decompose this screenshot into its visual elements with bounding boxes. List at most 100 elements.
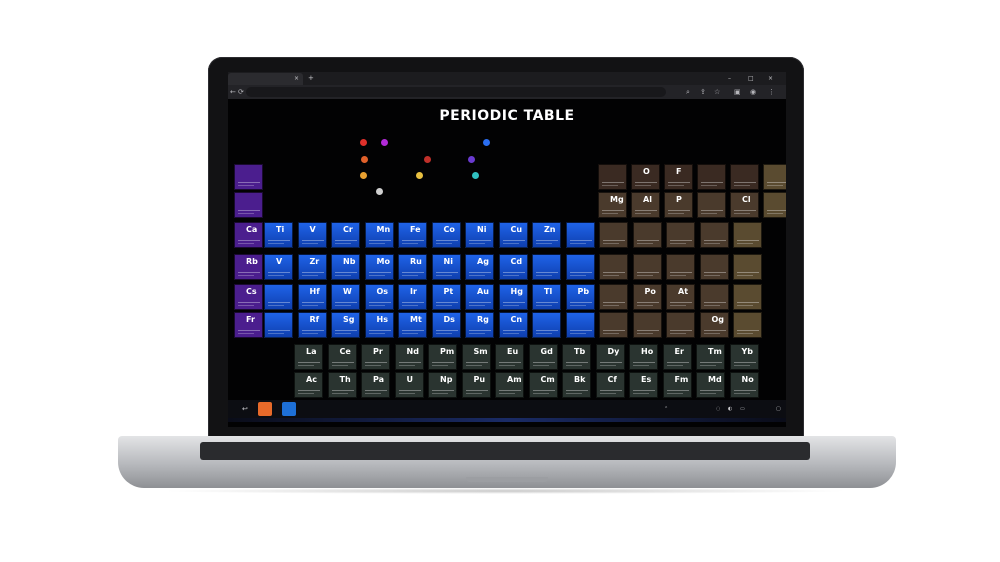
- browser-tab[interactable]: ×: [228, 73, 303, 85]
- element-cell[interactable]: Pt: [431, 284, 461, 310]
- element-cell[interactable]: Hf: [297, 284, 327, 310]
- element-cell[interactable]: F: [664, 164, 693, 190]
- element-cell[interactable]: Ru: [398, 254, 427, 280]
- element-cell[interactable]: Al: [631, 192, 660, 218]
- element-cell[interactable]: [666, 312, 695, 338]
- volume-icon[interactable]: ◐: [728, 400, 732, 418]
- element-cell[interactable]: [234, 164, 263, 190]
- element-cell[interactable]: Yb: [729, 344, 759, 370]
- back-icon[interactable]: ←: [230, 85, 236, 99]
- element-cell[interactable]: Fe: [398, 222, 427, 248]
- element-cell[interactable]: Cf: [595, 372, 625, 398]
- element-cell[interactable]: [234, 192, 263, 218]
- element-cell[interactable]: Cl: [730, 192, 759, 218]
- element-cell[interactable]: [697, 192, 726, 218]
- element-cell[interactable]: V: [264, 254, 293, 280]
- element-cell[interactable]: Nd: [394, 344, 424, 370]
- element-cell[interactable]: Pm: [428, 344, 457, 370]
- element-cell[interactable]: Au: [465, 284, 494, 310]
- element-cell[interactable]: P: [664, 192, 693, 218]
- element-cell[interactable]: [733, 254, 762, 280]
- share-icon[interactable]: ⇪: [700, 85, 706, 99]
- element-cell[interactable]: [599, 254, 628, 280]
- element-cell[interactable]: Tb: [562, 344, 591, 370]
- element-cell[interactable]: Po: [632, 284, 662, 310]
- element-cell[interactable]: Np: [428, 372, 457, 398]
- element-cell[interactable]: [733, 284, 762, 310]
- element-cell[interactable]: [697, 164, 726, 190]
- element-cell[interactable]: [565, 254, 595, 280]
- element-cell[interactable]: Er: [662, 344, 692, 370]
- element-cell[interactable]: [730, 164, 759, 190]
- element-cell[interactable]: [699, 254, 729, 280]
- element-cell[interactable]: Co: [431, 222, 461, 248]
- back-arrow-icon[interactable]: ↩: [242, 400, 248, 418]
- element-cell[interactable]: [565, 312, 595, 338]
- element-cell[interactable]: No: [729, 372, 759, 398]
- element-cell[interactable]: [598, 164, 627, 190]
- element-cell[interactable]: Pb: [565, 284, 595, 310]
- element-cell[interactable]: Zn: [532, 222, 561, 248]
- editor-app[interactable]: [282, 402, 296, 416]
- element-cell[interactable]: [666, 222, 695, 248]
- close-icon[interactable]: ×: [768, 72, 773, 85]
- element-cell[interactable]: Es: [629, 372, 658, 398]
- notification-icon[interactable]: ▢: [776, 400, 781, 418]
- element-cell[interactable]: W: [331, 284, 360, 310]
- element-cell[interactable]: Hs: [364, 312, 394, 338]
- minimize-icon[interactable]: –: [728, 72, 731, 85]
- profile-icon[interactable]: ◉: [750, 85, 756, 99]
- element-cell[interactable]: Ag: [465, 254, 494, 280]
- element-cell[interactable]: Mt: [398, 312, 427, 338]
- element-cell[interactable]: [632, 222, 662, 248]
- menu-icon[interactable]: ⋮: [768, 85, 775, 99]
- battery-icon[interactable]: ▭: [740, 400, 745, 418]
- extensions-icon[interactable]: ▣: [734, 85, 741, 99]
- element-cell[interactable]: La: [294, 344, 323, 370]
- element-cell[interactable]: [763, 192, 786, 218]
- element-cell[interactable]: Ac: [294, 372, 323, 398]
- element-cell[interactable]: Ho: [629, 344, 658, 370]
- element-cell[interactable]: Ni: [465, 222, 494, 248]
- element-cell[interactable]: Ti: [264, 222, 293, 248]
- element-cell[interactable]: Rb: [234, 254, 263, 280]
- element-cell[interactable]: Nb: [331, 254, 360, 280]
- element-cell[interactable]: [599, 312, 628, 338]
- network-icon[interactable]: ◌: [716, 400, 720, 418]
- file-explorer-app[interactable]: [258, 402, 272, 416]
- element-cell[interactable]: V: [297, 222, 327, 248]
- element-cell[interactable]: Sm: [461, 344, 491, 370]
- element-cell[interactable]: Ir: [398, 284, 427, 310]
- element-cell[interactable]: Og: [699, 312, 729, 338]
- element-cell[interactable]: [666, 254, 695, 280]
- element-cell[interactable]: [763, 164, 786, 190]
- element-cell[interactable]: Rf: [297, 312, 327, 338]
- element-cell[interactable]: [532, 312, 561, 338]
- element-cell[interactable]: [264, 312, 293, 338]
- element-cell[interactable]: Mn: [364, 222, 394, 248]
- element-cell[interactable]: [699, 222, 729, 248]
- reload-icon[interactable]: ⟳: [238, 85, 244, 99]
- new-tab-button[interactable]: +: [308, 72, 314, 85]
- element-cell[interactable]: Cd: [498, 254, 528, 280]
- element-cell[interactable]: Mg: [598, 192, 627, 218]
- element-cell[interactable]: At: [666, 284, 695, 310]
- element-cell[interactable]: Os: [364, 284, 394, 310]
- element-cell[interactable]: Ce: [327, 344, 357, 370]
- element-cell[interactable]: [632, 312, 662, 338]
- star-icon[interactable]: ☆: [714, 85, 720, 99]
- maximize-icon[interactable]: □: [748, 72, 754, 85]
- element-cell[interactable]: Th: [327, 372, 357, 398]
- element-cell[interactable]: Fr: [234, 312, 263, 338]
- element-cell[interactable]: [565, 222, 595, 248]
- element-cell[interactable]: [599, 284, 628, 310]
- element-cell[interactable]: [264, 284, 293, 310]
- element-cell[interactable]: Pr: [361, 344, 390, 370]
- element-cell[interactable]: Cs: [234, 284, 263, 310]
- element-cell[interactable]: Ni: [431, 254, 461, 280]
- element-cell[interactable]: Hg: [498, 284, 528, 310]
- element-cell[interactable]: [733, 222, 762, 248]
- element-cell[interactable]: Ds: [431, 312, 461, 338]
- element-cell[interactable]: Cn: [498, 312, 528, 338]
- element-cell[interactable]: Eu: [495, 344, 524, 370]
